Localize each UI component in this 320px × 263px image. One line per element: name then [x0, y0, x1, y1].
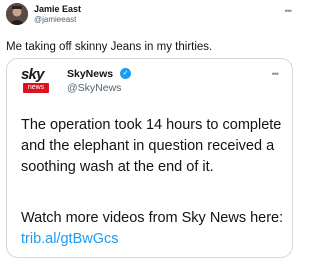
quoted-more-icon[interactable]: •••	[272, 69, 280, 79]
quoted-cta-text: Watch more videos from Sky News here:	[21, 210, 284, 226]
logo-subtext: news	[23, 83, 49, 93]
quoted-body: The operation took 14 hours to complete …	[21, 117, 282, 175]
author-avatar[interactable]	[6, 3, 28, 25]
quoted-cta: Watch more videos from Sky News here: tr…	[21, 208, 289, 250]
quoted-link[interactable]: trib.al/gtBwGcs	[21, 231, 119, 247]
author-name[interactable]: Jamie East	[34, 4, 81, 14]
tweet-text: Me taking off skinny Jeans in my thirtie…	[6, 41, 213, 53]
sky-news-logo[interactable]: sky news	[21, 66, 51, 98]
quoted-tweet[interactable]: sky news SkyNews ✓ @SkyNews ••• The oper…	[6, 58, 293, 258]
quoted-author-name[interactable]: SkyNews	[67, 68, 113, 80]
verified-badge-icon: ✓	[120, 68, 131, 79]
more-icon[interactable]: •••	[285, 6, 293, 16]
quoted-author-handle[interactable]: @SkyNews	[67, 82, 121, 94]
tweet-card: Jamie East @jamieeast ••• Me taking off …	[0, 0, 300, 263]
logo-wordmark: sky	[21, 66, 44, 83]
author-handle[interactable]: @jamieeast	[34, 15, 76, 24]
